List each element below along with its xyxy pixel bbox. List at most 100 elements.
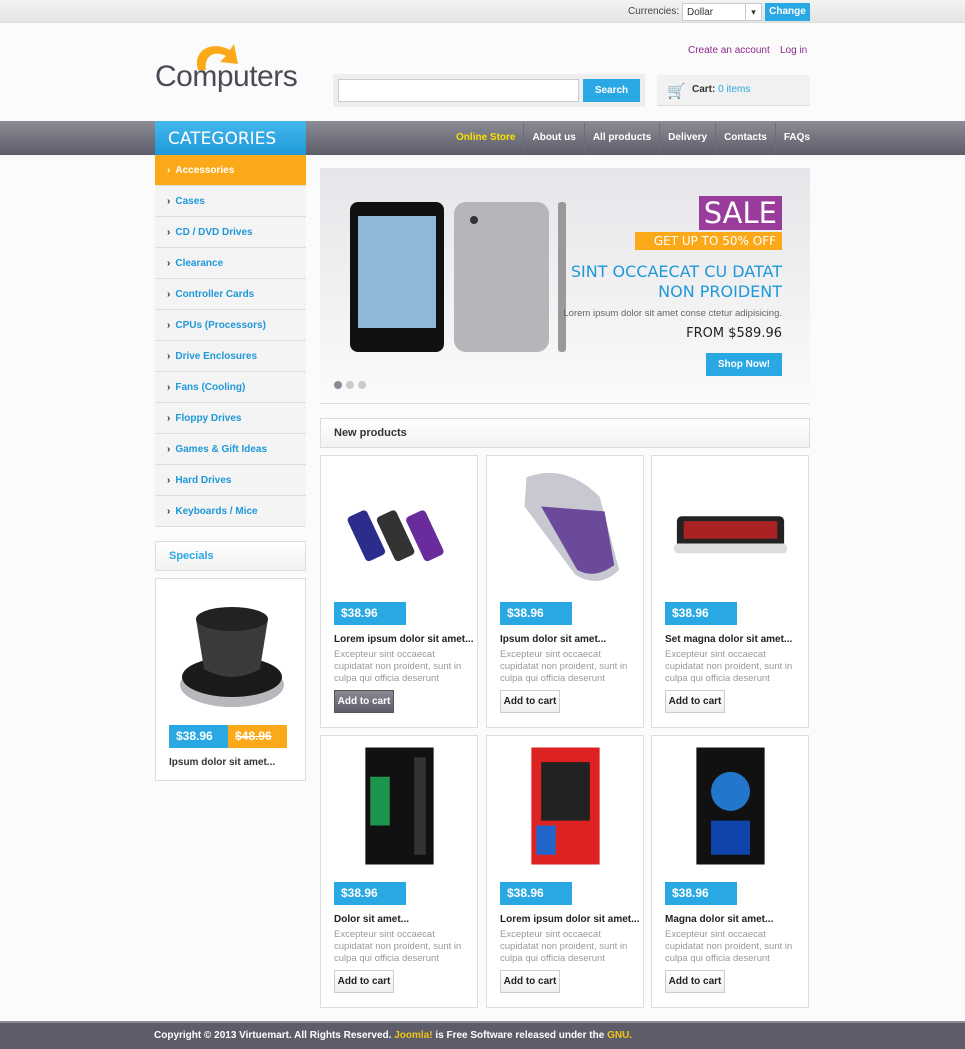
special-name[interactable]: Ipsum dolor sit amet... (169, 757, 275, 768)
chevron-right-icon: › (167, 382, 171, 393)
add-to-cart-button[interactable]: Add to cart (665, 970, 725, 993)
product-name[interactable]: Set magna dolor sit amet... (665, 634, 792, 645)
search-button[interactable]: Search (583, 79, 640, 102)
logo-text: Computers (155, 60, 298, 93)
3d-mouse-image (180, 607, 284, 707)
category-list: › Accessories › Cases › CD / DVD Drives › Clear… (155, 155, 306, 527)
nav-item-online-store[interactable]: Online Store (448, 123, 523, 153)
banner-text: Lorem ipsum dolor sit amet conse ctetur … (563, 308, 782, 319)
sale-badge: SALE (698, 196, 782, 230)
chevron-right-icon: › (167, 196, 171, 207)
promo-banner[interactable]: SALE GET UP TO 50% OFF SINT OCCAECAT CU … (320, 168, 810, 398)
category-item[interactable]: › CD / DVD Drives (155, 217, 306, 248)
nav-item-delivery[interactable]: Delivery (659, 123, 715, 153)
category-item[interactable]: › Keyboards / Mice (155, 496, 306, 527)
product-price: $38.96 (665, 882, 737, 905)
category-item[interactable]: › Floppy Drives (155, 403, 306, 434)
category-item[interactable]: › Controller Cards (155, 279, 306, 310)
special-product[interactable]: $38.96 $48.96 Ipsum dolor sit amet... (155, 578, 306, 781)
product-price: $38.96 (334, 882, 406, 905)
product-price: $38.96 (665, 602, 737, 625)
chevron-right-icon: › (167, 227, 171, 238)
login-link[interactable]: Log in (780, 45, 807, 56)
pc-case-blue-image (696, 747, 765, 865)
product-price: $38.96 (334, 602, 406, 625)
nav-item-all-products[interactable]: All products (583, 123, 659, 153)
chevron-right-icon: › (167, 475, 171, 486)
slide-dot[interactable] (334, 381, 342, 389)
category-label: Drive Enclosures (175, 351, 258, 362)
add-to-cart-button[interactable]: Add to cart (665, 690, 725, 713)
divider (320, 403, 810, 404)
shop-now-button[interactable]: Shop Now! (706, 353, 782, 376)
pc-case-green-image (365, 747, 434, 865)
product-description: Excepteur sint occaecat cupidatat non pr… (334, 649, 462, 684)
add-to-cart-button[interactable]: Add to cart (500, 970, 560, 993)
top-bar (0, 0, 965, 23)
category-label: CD / DVD Drives (175, 227, 253, 238)
chevron-right-icon: › (167, 320, 171, 331)
add-to-cart-button[interactable]: Add to cart (334, 690, 394, 713)
cart-items[interactable]: 0 items (718, 84, 750, 95)
footer: Copyright © 2013 Virtuemart. All Rights … (0, 1021, 965, 1049)
change-currency-button[interactable]: Change (765, 3, 810, 21)
category-item[interactable]: › Accessories (155, 155, 306, 186)
category-item[interactable]: › Drive Enclosures (155, 341, 306, 372)
category-item[interactable]: › Hard Drives (155, 465, 306, 496)
new-products-title: New products (320, 418, 810, 448)
product-description: Excepteur sint occaecat cupidatat non pr… (665, 649, 793, 684)
chevron-right-icon: › (167, 289, 171, 300)
search-box: Search (333, 74, 645, 107)
gnu-link[interactable]: GNU. (607, 1030, 632, 1041)
nav-item-about-us[interactable]: About us (523, 123, 583, 153)
product-card[interactable]: $38.96 Ipsum dolor sit amet... Excepteur s… (486, 455, 644, 728)
product-name[interactable]: Ipsum dolor sit amet... (500, 634, 606, 645)
category-label: CPUs (Processors) (175, 320, 266, 331)
tablet-image (350, 202, 566, 352)
product-card[interactable]: $38.96 Set magna dolor sit amet... Excepte… (651, 455, 809, 728)
categories-title: CATEGORIES (155, 121, 306, 155)
category-item[interactable]: › CPUs (Processors) (155, 310, 306, 341)
product-card[interactable]: $38.96 Lorem ipsum dolor sit amet... Excep… (320, 455, 478, 728)
product-card[interactable]: $38.96 Lorem ipsum dolor sit amet... Excep… (486, 735, 644, 1008)
product-name[interactable]: Magna dolor sit amet... (665, 914, 773, 925)
joomla-link[interactable]: Joomla! (394, 1030, 432, 1041)
nav-item-faqs[interactable]: FAQs (774, 123, 810, 153)
usb-flash-drives-image (347, 510, 444, 562)
product-name[interactable]: Lorem ipsum dolor sit amet... (334, 634, 473, 645)
banner-heading-line: NON PROIDENT (658, 282, 782, 301)
cart-summary[interactable]: 🛒 Cart: 0 items (657, 75, 810, 106)
nav-item-contacts[interactable]: Contacts (715, 123, 775, 153)
product-card[interactable]: $38.96 Magna dolor sit amet... Excepteur s… (651, 735, 809, 1008)
search-input[interactable] (338, 79, 579, 102)
category-label: Hard Drives (175, 475, 232, 486)
product-price: $38.96 (500, 882, 572, 905)
currency-select[interactable]: Dollar ▾ (682, 3, 762, 21)
category-label: Keyboards / Mice (175, 506, 258, 517)
product-description: Excepteur sint occaecat cupidatat non pr… (334, 929, 462, 964)
category-item[interactable]: › Games & Gift Ideas (155, 434, 306, 465)
slide-dot[interactable] (358, 381, 366, 389)
pc-case-red-image (531, 747, 600, 865)
create-account-link[interactable]: Create an account (688, 45, 770, 56)
product-name[interactable]: Dolor sit amet... (334, 914, 409, 925)
slide-dot[interactable] (346, 381, 354, 389)
copyright-text: Copyright © 2013 Virtuemart. All Rights … (154, 1030, 395, 1041)
category-label: Accessories (175, 165, 235, 176)
main-nav: Online Store About us All products Delivery… (448, 121, 810, 155)
keyboard-image (673, 516, 788, 554)
banner-heading: SINT OCCAECAT CU DATAT NON PROIDENT (571, 262, 782, 302)
offer-label: GET UP TO 50% OFF (635, 232, 782, 250)
category-item[interactable]: › Clearance (155, 248, 306, 279)
add-to-cart-button[interactable]: Add to cart (500, 690, 560, 713)
category-item[interactable]: › Cases (155, 186, 306, 217)
product-description: Excepteur sint occaecat cupidatat non pr… (500, 649, 628, 684)
product-card[interactable]: $38.96 Dolor sit amet... Excepteur sint oc… (320, 735, 478, 1008)
product-name[interactable]: Lorem ipsum dolor sit amet... (500, 914, 639, 925)
special-old-price: $48.96 (228, 725, 287, 748)
add-to-cart-button[interactable]: Add to cart (334, 970, 394, 993)
category-item[interactable]: › Fans (Cooling) (155, 372, 306, 403)
currency-value: Dollar (687, 7, 714, 18)
chevron-right-icon: › (167, 413, 171, 424)
logo[interactable]: Computers (155, 44, 305, 104)
